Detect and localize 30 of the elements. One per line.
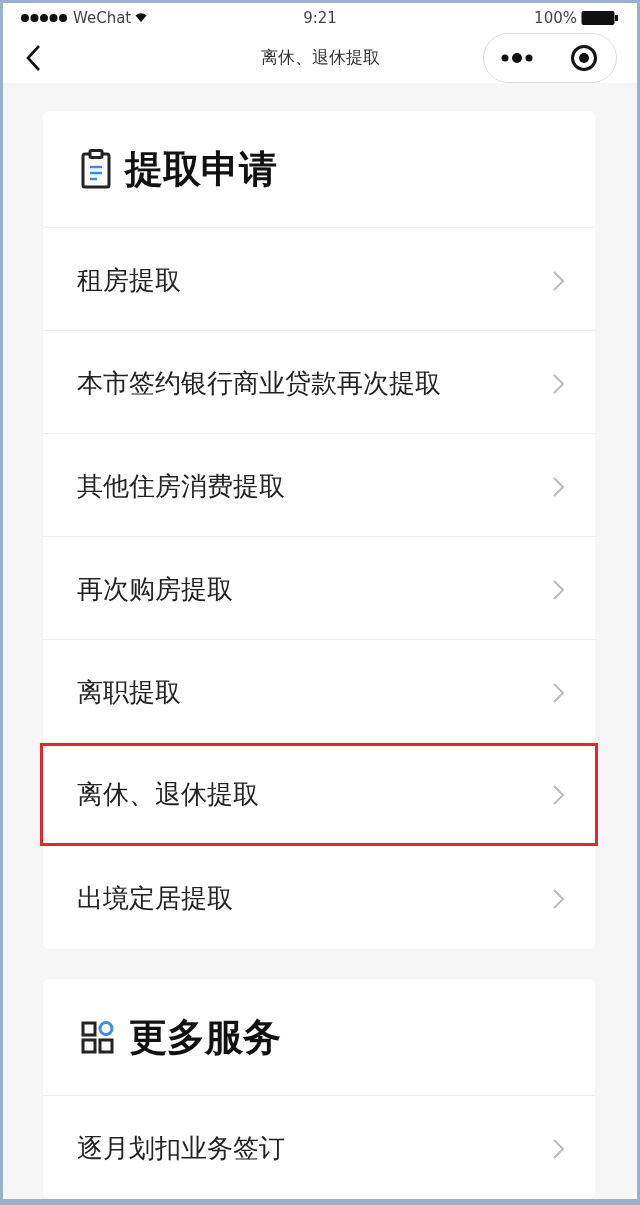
- signal-icon: [21, 12, 69, 23]
- more-icon[interactable]: [500, 51, 534, 64]
- chevron-icon: [552, 578, 565, 601]
- section-title: 更多服务: [129, 1013, 281, 1061]
- chevron-icon: [552, 475, 565, 498]
- back-icon[interactable]: [25, 43, 41, 72]
- menu-item[interactable]: 离职提取: [40, 640, 598, 743]
- page-title: 离休、退休提取: [260, 46, 380, 70]
- chevron-icon: [552, 887, 565, 910]
- chevron-icon: [552, 681, 565, 704]
- menu-item[interactable]: 本市签约银行商业贷款再次提取: [40, 331, 598, 434]
- grid-icon: [81, 1019, 115, 1055]
- menu-item[interactable]: 逐月划扣业务签订: [40, 1096, 598, 1199]
- clipboard-icon: [81, 149, 111, 189]
- chevron-icon: [552, 372, 565, 395]
- status-time: 9:21: [303, 8, 337, 27]
- carrier-name: WeChat: [73, 8, 132, 27]
- menu-item[interactable]: 其他住房消费提取: [40, 434, 598, 537]
- battery-percent: 100%: [534, 8, 577, 27]
- menu-item[interactable]: 离休、退休提取: [40, 743, 598, 846]
- menu-item[interactable]: 再次购房提取: [40, 537, 598, 640]
- menu-item[interactable]: 出境定居提取: [40, 846, 598, 949]
- chevron-icon: [552, 783, 565, 806]
- battery-icon: [581, 9, 619, 26]
- close-icon[interactable]: [570, 43, 598, 72]
- menu-item[interactable]: 租房提取: [40, 228, 598, 331]
- section-title: 提取申请: [125, 145, 277, 193]
- chevron-icon: [552, 269, 565, 292]
- chevron-icon: [552, 1137, 565, 1160]
- wifi-icon: [135, 12, 148, 24]
